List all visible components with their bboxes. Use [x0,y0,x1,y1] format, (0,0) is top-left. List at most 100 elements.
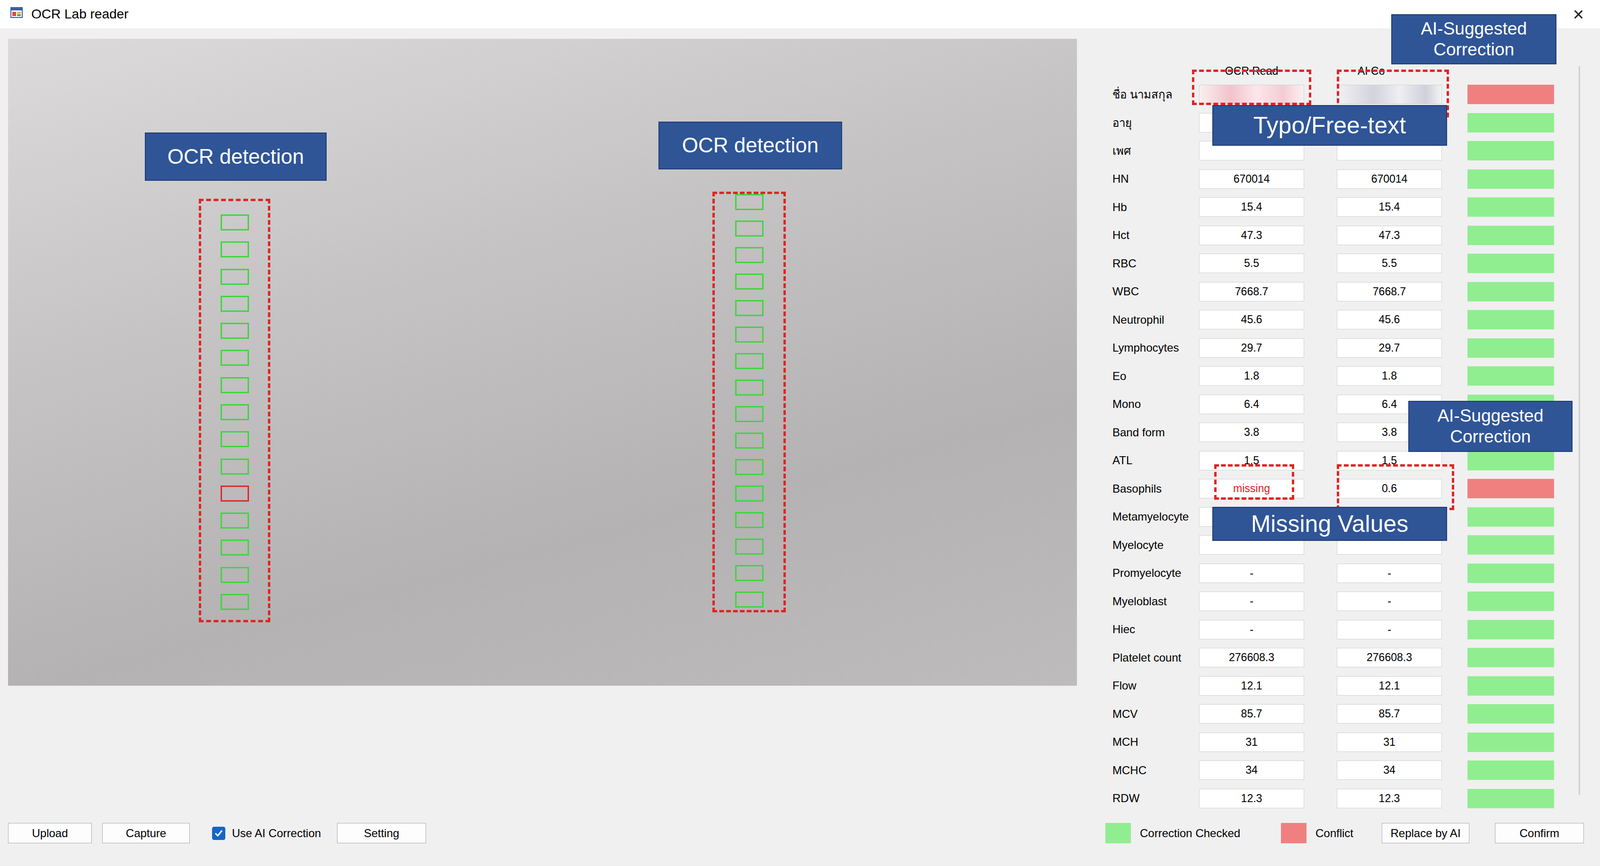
detection-box [735,353,764,370]
checkbox-label: Use AI Correction [231,826,321,841]
ai-value-field[interactable]: 47.3 [1336,225,1442,246]
status-indicator [1467,225,1555,246]
close-button[interactable]: × [1569,2,1588,26]
field-label: Hb [1112,200,1200,214]
ocr-value-field[interactable]: 15.4 [1199,197,1305,217]
scrollbar[interactable] [1578,66,1581,796]
status-indicator [1467,113,1555,133]
status-indicator [1467,366,1555,386]
ocr-value-field[interactable]: 5.5 [1199,253,1305,274]
ai-correction-checkbox[interactable]: Use AI Correction [212,826,338,841]
field-label: เพศ [1112,141,1200,160]
detection-box [735,300,764,317]
ai-value-field[interactable]: 15.4 [1336,197,1442,217]
ai-value-field[interactable]: 85.7 [1336,704,1442,724]
status-indicator [1467,507,1555,527]
detection-box [735,538,764,555]
bottom-bar: Upload Capture Use AI Correction Setting Cor… [0,809,1600,844]
ai-value-field[interactable]: 1.5 [1336,451,1442,471]
status-indicator [1467,535,1555,555]
legend-swatch [1280,823,1307,844]
detection-box [735,220,764,237]
ocr-value-field[interactable]: 6.4 [1199,394,1305,415]
ai-value-field[interactable]: 276608.3 [1336,648,1442,668]
highlight-box [1214,464,1295,500]
ocr-value-field[interactable]: 31 [1199,732,1305,753]
field-label: RBC [1112,257,1200,271]
ai-value-field[interactable]: 45.6 [1336,310,1442,330]
ai-value-field[interactable]: 29.7 [1336,338,1442,358]
annotation-label: AI-Suggested Correction [1408,400,1573,453]
field-label: Mono [1112,397,1200,411]
ai-correction-header: AI Co [1336,64,1442,81]
status-indicator [1467,704,1555,724]
ai-value-field[interactable]: 1.8 [1336,366,1442,386]
replace-by-ai-button[interactable]: Replace by AI [1381,823,1470,844]
detection-box [735,565,764,582]
highlight-box [1336,464,1455,511]
detection-box [220,431,249,448]
detection-box [735,406,764,423]
field-label: Platelet count [1112,651,1200,665]
field-label: ชื่อ นามสกุล [1112,85,1200,104]
ocr-value-field[interactable]: - [1199,563,1305,584]
status-indicator [1467,479,1555,499]
field-label: Eo [1112,369,1200,383]
legend-item: Correction Checked [1105,823,1281,844]
field-label: MCV [1112,707,1200,721]
ocr-value-field[interactable]: - [1199,620,1305,640]
ocr-value-field[interactable]: 670014 [1199,169,1305,189]
detection-box [735,432,764,449]
ai-value-field[interactable]: 0.6 [1336,479,1442,499]
ai-value-field[interactable]: - [1336,591,1442,612]
checkbox-box[interactable] [212,826,226,841]
ocr-value-field[interactable]: - [1199,591,1305,612]
confirm-button[interactable]: Confirm [1494,823,1584,844]
status-indicator [1467,282,1555,302]
ocr-value-field[interactable]: 34 [1199,760,1305,781]
status-indicator [1467,563,1555,584]
upload-button[interactable]: Upload [8,823,92,844]
ai-value-field[interactable]: 5.5 [1336,253,1442,274]
status-indicator [1467,732,1555,753]
ocr-value-field[interactable]: 3.8 [1199,422,1305,443]
field-label: Promyelocyte [1112,566,1200,580]
ocr-value-field[interactable]: 12.1 [1199,676,1305,696]
field-label: Metamyelocyte [1112,510,1200,524]
image-pane: OCR detectionOCR detection [0,28,1082,810]
detection-box [220,322,249,339]
ai-value-field[interactable]: 34 [1336,760,1442,781]
status-indicator [1467,760,1555,781]
detection-box [735,247,764,264]
detection-box [220,539,249,556]
document-photo: OCR detectionOCR detection [8,38,1077,686]
ocr-value-field[interactable]: 12.3 [1199,789,1305,809]
ai-value-field[interactable]: 7668.7 [1336,282,1442,302]
ai-value-field[interactable]: 12.1 [1336,676,1442,696]
ocr-value-field[interactable]: 45.6 [1199,310,1305,330]
ai-value-field[interactable]: 31 [1336,732,1442,753]
ocr-value-field[interactable]: 85.7 [1199,704,1305,724]
status-indicator [1467,84,1555,105]
ai-value-field[interactable] [1336,84,1442,105]
ocr-value-field[interactable]: 1.8 [1199,366,1305,386]
capture-button[interactable]: Capture [102,823,190,844]
ocr-value-field[interactable] [1199,84,1305,105]
ai-value-field[interactable]: - [1336,563,1442,584]
ocr-value-field[interactable]: 47.3 [1199,225,1305,246]
status-indicator [1467,169,1555,189]
ocr-value-field[interactable]: 276608.3 [1199,648,1305,668]
detection-box [735,273,764,290]
field-label: Neutrophil [1112,313,1200,327]
ocr-value-field[interactable]: 29.7 [1199,338,1305,358]
detection-box [735,459,764,476]
detection-column [198,198,271,623]
detection-box [220,594,249,611]
field-label: MCH [1112,735,1200,749]
ai-value-field[interactable]: 670014 [1336,169,1442,189]
field-label: Hct [1112,228,1200,242]
setting-button[interactable]: Setting [337,823,427,844]
ocr-value-field[interactable]: 7668.7 [1199,282,1305,302]
ai-value-field[interactable]: 12.3 [1336,789,1442,809]
ai-value-field[interactable]: - [1336,620,1442,640]
